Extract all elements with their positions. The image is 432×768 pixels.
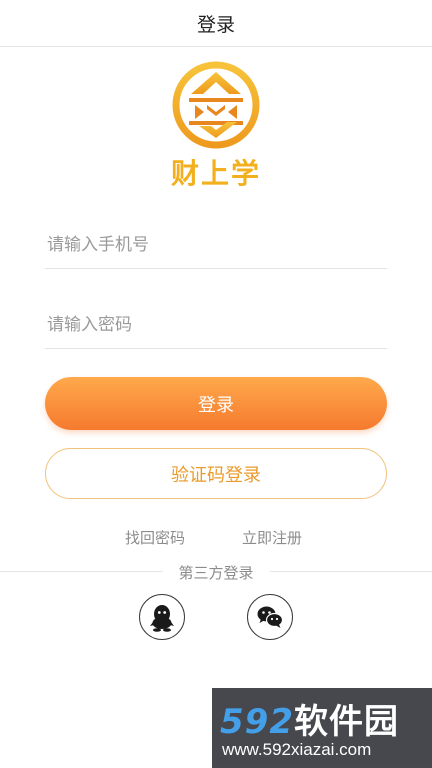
watermark-text: 软件园 [293, 702, 399, 742]
phone-input[interactable] [45, 222, 387, 268]
brand-logo-icon [172, 61, 260, 149]
header-bar: 登录 [0, 0, 432, 47]
wechat-icon [257, 606, 284, 628]
login-button[interactable]: 登录 [45, 377, 387, 430]
register-link[interactable]: 立即注册 [242, 527, 302, 548]
login-button-label: 登录 [198, 394, 234, 416]
site-watermark: 592软件园 www.592xiazai.com [212, 688, 432, 768]
login-screen: 登录 财上学 登录 验证码登录 找 [0, 0, 432, 768]
watermark-number: 592 [220, 702, 294, 742]
wechat-login-button[interactable] [247, 594, 293, 640]
password-input[interactable] [45, 302, 387, 348]
phone-field[interactable] [45, 222, 387, 269]
password-field[interactable] [45, 302, 387, 349]
forgot-password-link[interactable]: 找回密码 [125, 527, 185, 548]
qq-icon [150, 605, 174, 632]
brand-name: 财上学 [170, 157, 261, 190]
watermark-brand: 592软件园 [220, 694, 399, 743]
page-title: 登录 [196, 13, 235, 36]
watermark-url: www.592xiazai.com [222, 740, 372, 759]
third-party-login-label: 第三方登录 [178, 564, 254, 582]
brand-logo-block: 财上学 [0, 60, 432, 192]
code-login-button[interactable]: 验证码登录 [45, 448, 387, 499]
code-login-button-label: 验证码登录 [171, 464, 261, 486]
qq-login-button[interactable] [139, 594, 185, 640]
